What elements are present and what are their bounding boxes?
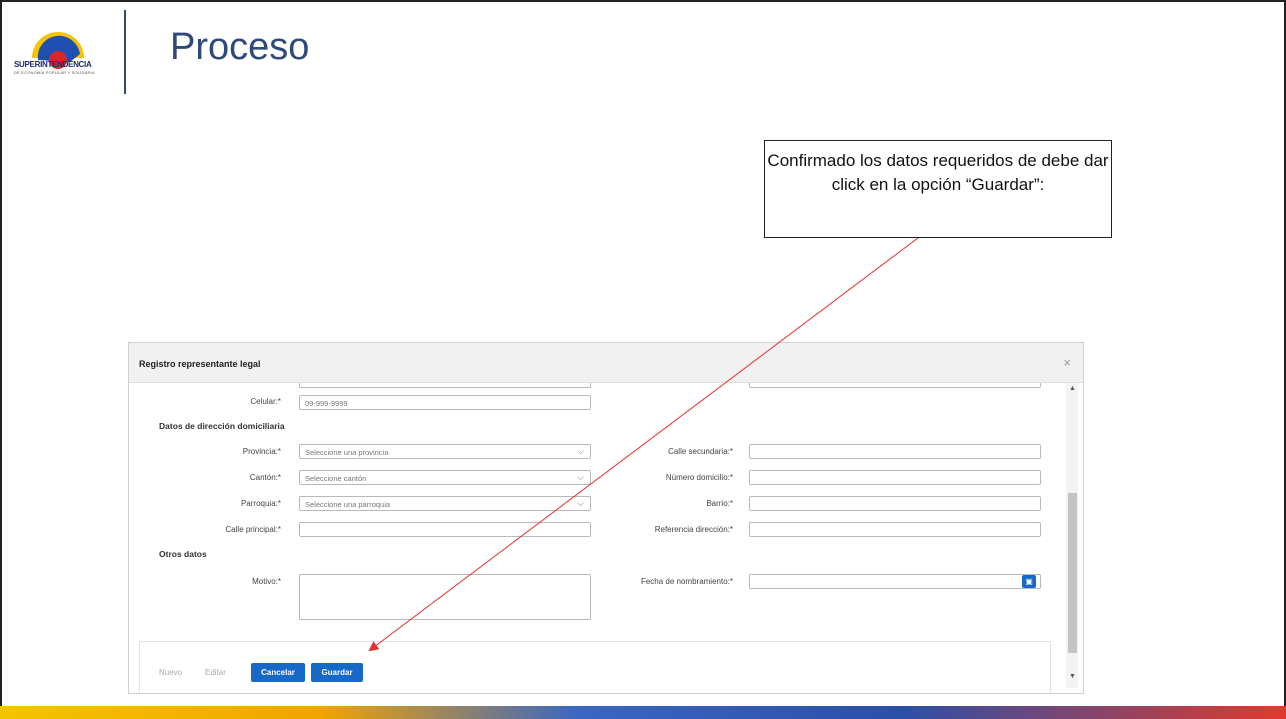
slide-border-top — [0, 0, 1286, 2]
motivo-label: Motivo:* — [252, 577, 281, 586]
close-icon[interactable]: × — [1063, 355, 1071, 370]
chevron-down-icon: ⌵ — [577, 472, 584, 482]
instruction-callout: Confirmado los datos requeridos de debe … — [764, 140, 1112, 238]
dialog-header: Registro representante legal × — [129, 343, 1083, 383]
celular-label: Celular:* — [250, 397, 281, 406]
calle-secundaria-label: Calle secundaria:* — [668, 447, 733, 456]
section-otros-title: Otros datos — [159, 549, 207, 559]
barrio-label: Barrio:* — [706, 499, 733, 508]
fecha-label: Fecha de nombramiento:* — [640, 577, 733, 586]
provincia-label: Provincia:* — [242, 447, 281, 456]
bottom-color-bar — [0, 706, 1286, 719]
celular-input[interactable]: 09-999-9999 — [299, 395, 591, 410]
scroll-down-icon[interactable]: ▼ — [1069, 673, 1076, 680]
canton-select[interactable]: Seleccione cantón ⌵ — [299, 470, 591, 485]
referencia-label: Referencia dirección:* — [654, 525, 733, 534]
calendar-icon[interactable]: ▣ — [1022, 575, 1036, 588]
logo-subtext: DE ECONOMÍA POPULAR Y SOLIDARIA — [14, 70, 95, 75]
calle-principal-label: Calle principal:* — [225, 525, 281, 534]
partial-input-top-left — [299, 383, 591, 388]
chevron-down-icon: ⌵ — [577, 446, 584, 456]
parroquia-label: Parroquia:* — [240, 499, 281, 508]
logo — [10, 18, 120, 88]
provincia-placeholder: Seleccione una provincia — [305, 448, 389, 457]
chevron-down-icon: ⌵ — [577, 498, 584, 508]
page-title: Proceso — [170, 26, 310, 68]
editar-button[interactable]: Editar — [197, 663, 234, 682]
partial-input-top-right — [749, 383, 1041, 388]
calle-principal-input[interactable] — [299, 522, 591, 537]
referencia-input[interactable] — [749, 522, 1041, 537]
numero-domicilio-input[interactable] — [749, 470, 1041, 485]
dialog-title: Registro representante legal — [139, 359, 261, 369]
logo-text: SUPERINTENDENCIA — [14, 60, 92, 69]
numero-domicilio-label: Número domicilio:* — [665, 473, 733, 482]
scroll-up-icon[interactable]: ▲ — [1069, 385, 1076, 392]
fecha-input[interactable] — [749, 574, 1041, 589]
barrio-input[interactable] — [749, 496, 1041, 511]
motivo-textarea[interactable] — [299, 574, 591, 620]
slide: SUPERINTENDENCIA DE ECONOMÍA POPULAR Y S… — [0, 0, 1286, 719]
parroquia-placeholder: Seleccione una parroquia — [305, 500, 391, 509]
title-divider — [124, 10, 126, 94]
logo-icon — [32, 32, 84, 69]
section-direccion-title: Datos de dirección domiciliaria — [159, 421, 285, 431]
slide-border-left — [0, 0, 2, 706]
provincia-select[interactable]: Seleccione una provincia ⌵ — [299, 444, 591, 459]
canton-placeholder: Seleccione cantón — [305, 474, 367, 483]
nuevo-button[interactable]: Nuevo — [151, 663, 190, 682]
parroquia-select[interactable]: Seleccione una parroquia ⌵ — [299, 496, 591, 511]
canton-label: Cantón:* — [249, 473, 281, 482]
scroll-thumb[interactable] — [1068, 493, 1077, 653]
registro-dialog: Registro representante legal × Celular:*… — [128, 342, 1084, 694]
cancelar-button[interactable]: Cancelar — [251, 663, 305, 682]
calle-secundaria-input[interactable] — [749, 444, 1041, 459]
guardar-button[interactable]: Guardar — [311, 663, 363, 682]
